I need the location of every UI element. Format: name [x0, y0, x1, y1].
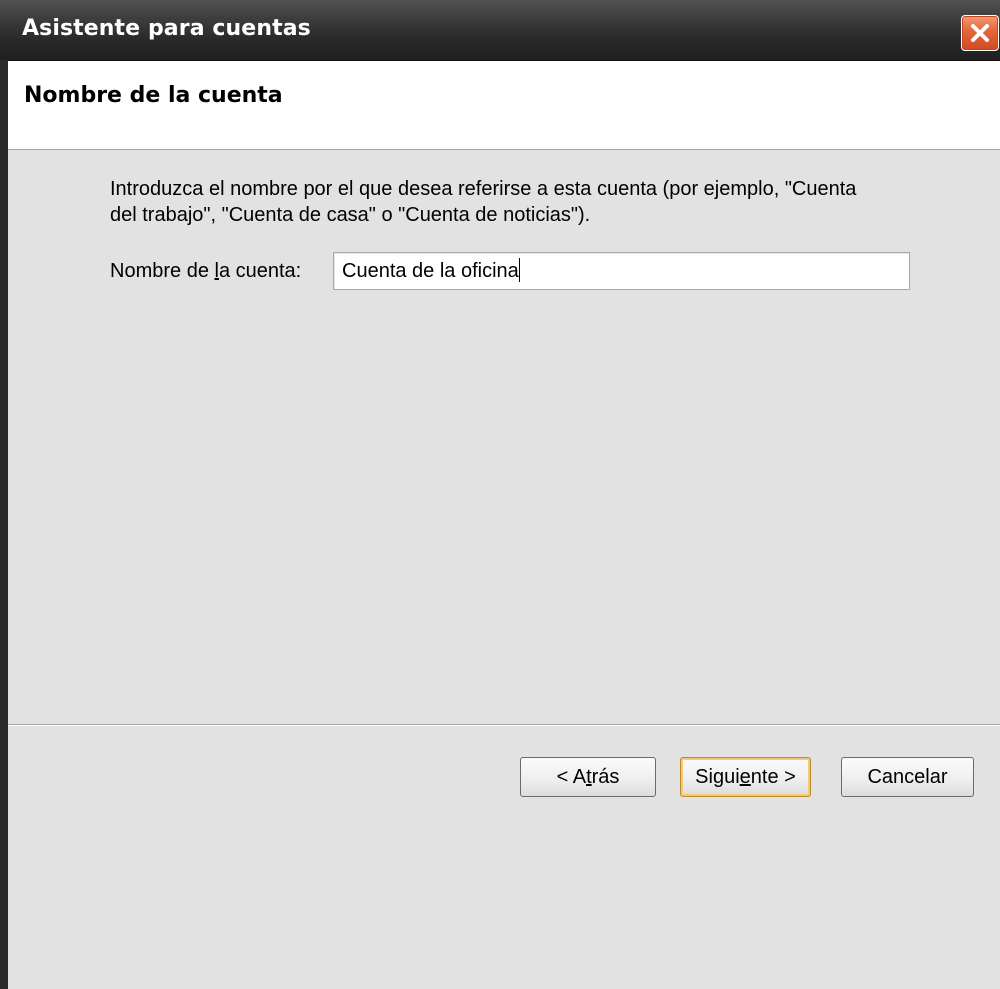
text-caret	[518, 258, 520, 282]
window-title: Asistente para cuentas	[22, 16, 311, 41]
instructions-text: Introduzca el nombre por el que desea re…	[110, 176, 930, 228]
account-name-value: Cuenta de la oficina	[342, 260, 519, 282]
next-label-start: Sigui	[695, 766, 740, 788]
instructions-line-1: Introduzca el nombre por el que desea re…	[110, 178, 857, 200]
account-name-label-end: a cuenta:	[218, 260, 302, 282]
close-button[interactable]	[961, 15, 999, 51]
back-button[interactable]: < Atrás	[520, 757, 656, 797]
next-label-mnemonic: e	[739, 766, 751, 788]
title-bar[interactable]: Asistente para cuentas	[0, 0, 1000, 61]
account-name-label-start: Nombre de	[110, 260, 215, 282]
wizard-content: Introduzca el nombre por el que desea re…	[8, 150, 1000, 724]
close-icon	[971, 24, 989, 42]
next-label-end: nte >	[750, 766, 796, 788]
account-wizard-window: Asistente para cuentas Nombre de la cuen…	[0, 0, 1000, 989]
cancel-button[interactable]: Cancelar	[841, 757, 974, 797]
page-title: Nombre de la cuenta	[24, 83, 283, 108]
back-label-start: < A	[556, 766, 587, 788]
account-name-label: Nombre de la cuenta:	[110, 260, 301, 283]
back-label-end: rás	[591, 766, 620, 788]
next-button[interactable]: Siguiente >	[680, 757, 811, 797]
window-left-border	[0, 60, 8, 989]
instructions-line-2: del trabajo", "Cuenta de casa" o "Cuenta…	[110, 204, 591, 226]
account-name-input[interactable]: Cuenta de la oficina	[333, 252, 910, 290]
wizard-header: Nombre de la cuenta	[8, 61, 1000, 150]
